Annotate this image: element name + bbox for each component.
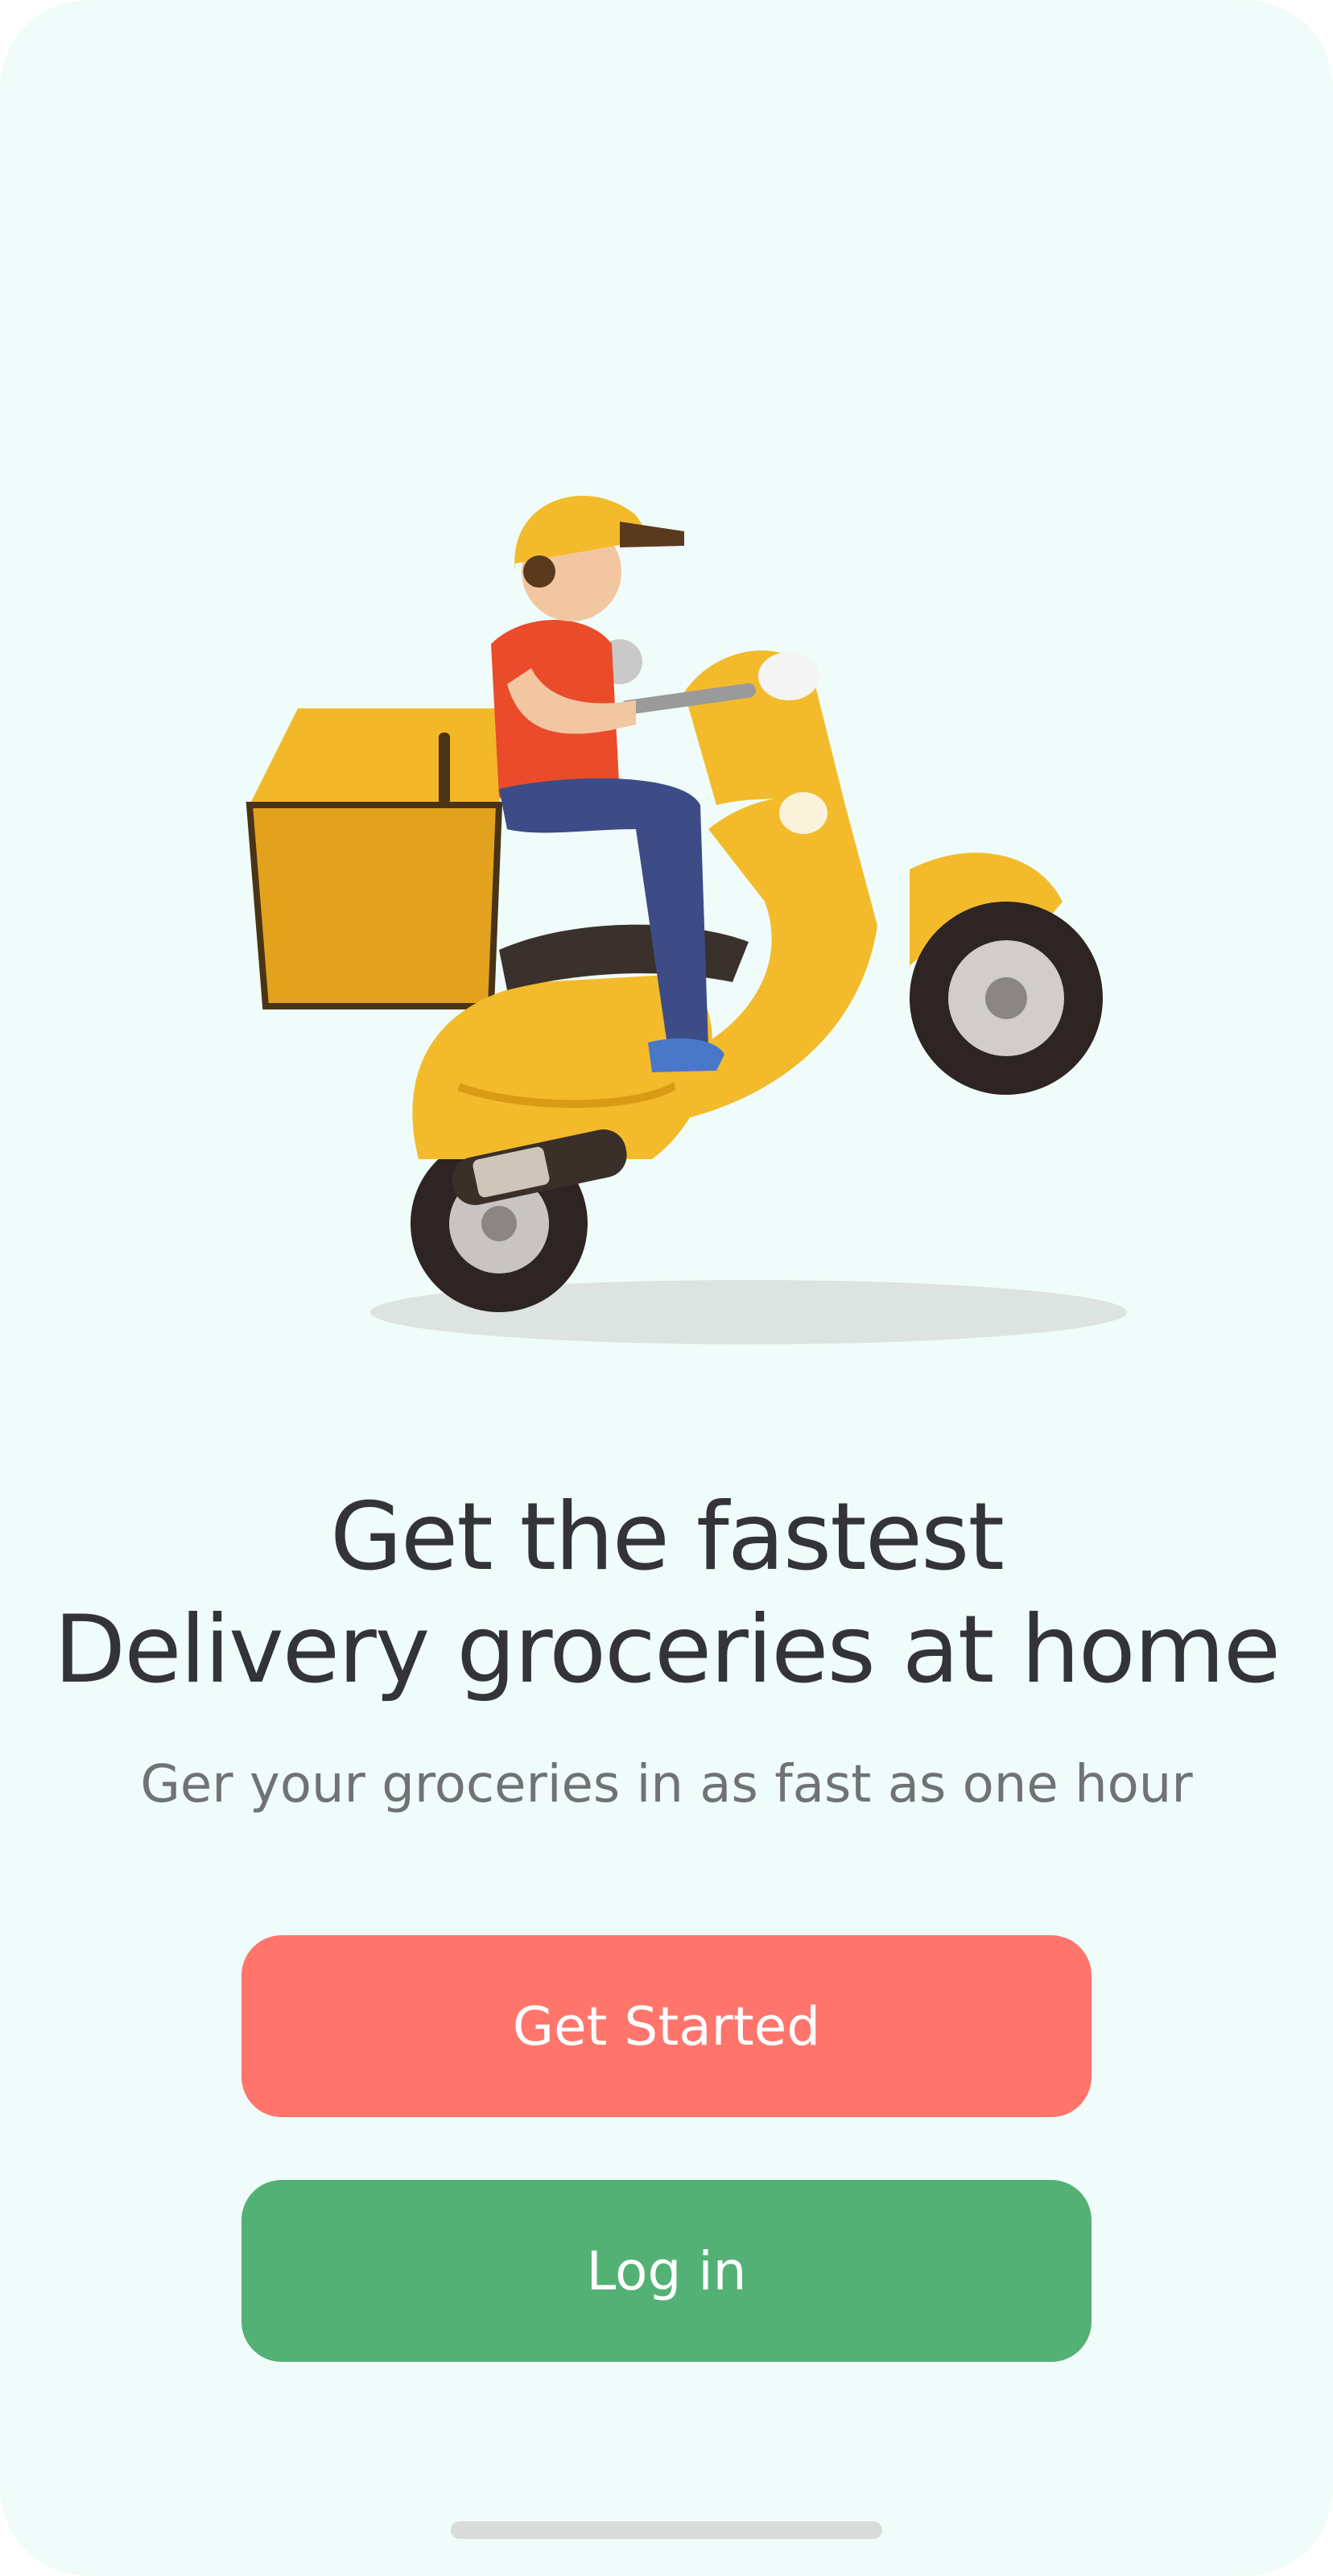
onboarding-screen: Get the fastest Delivery groceries at ho… <box>0 0 1333 2576</box>
subtitle: Ger your groceries in as fast as one hou… <box>140 1755 1193 1814</box>
delivery-scooter-illustration <box>233 451 1167 1368</box>
headline-line-2: Delivery groceries at home <box>53 1596 1281 1704</box>
home-indicator <box>451 2521 882 2539</box>
login-button[interactable]: Log in <box>241 2180 1092 2362</box>
login-label: Log in <box>586 2240 747 2302</box>
get-started-button[interactable]: Get Started <box>241 1935 1092 2117</box>
get-started-label: Get Started <box>512 1995 821 2058</box>
headline-line-1: Get the fastest <box>330 1483 1005 1591</box>
headline: Get the fastest Delivery groceries at ho… <box>0 1481 1333 1707</box>
